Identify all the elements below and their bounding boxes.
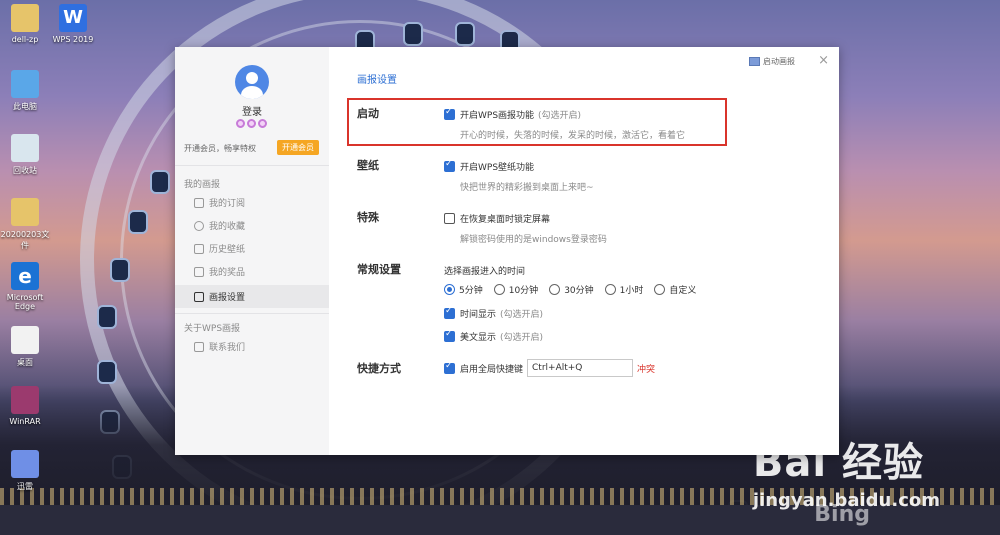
- section-my-pictorial: 我的画报: [184, 180, 221, 190]
- radio-30-min[interactable]: 30分钟: [549, 283, 594, 296]
- login-link[interactable]: 登录: [175, 103, 329, 118]
- file-icon: [11, 326, 39, 354]
- group-label-shortcut: 快捷方式: [357, 362, 401, 375]
- heart-icon: [194, 220, 204, 231]
- startup-checkbox-row[interactable]: 开启WPS画报功能 (勾选开启): [444, 107, 581, 121]
- desktop-icon-desktop-file[interactable]: 桌面: [0, 326, 50, 368]
- gondola: [97, 360, 117, 384]
- radio-custom[interactable]: 自定义: [654, 283, 696, 296]
- sidebar-item-my-prizes[interactable]: 我的奖品: [175, 260, 329, 283]
- radio-5-min[interactable]: 5分钟: [444, 283, 483, 296]
- sidebar-item-contact-us[interactable]: 联系我们: [175, 335, 329, 358]
- checkbox-enable-wallpaper[interactable]: [444, 159, 455, 172]
- history-icon: [194, 243, 204, 254]
- edge-icon: e: [11, 262, 39, 290]
- gondola: [403, 22, 423, 46]
- desktop-icon-dell-zp[interactable]: dell-zp: [0, 4, 50, 44]
- startup-description: 开心的时候，失落的时候，发呆的时候，激活它，看着它: [460, 131, 686, 141]
- tv-icon: [749, 57, 760, 66]
- avatar[interactable]: [235, 65, 269, 99]
- desktop-icon-wps[interactable]: W WPS 2019: [48, 4, 98, 44]
- conflict-warning: 冲突: [637, 364, 656, 375]
- gondola: [455, 22, 475, 46]
- subscription-icon: [194, 197, 204, 208]
- badge-icon: [247, 119, 256, 128]
- sidebar-item-my-favorites[interactable]: 我的收藏: [175, 214, 329, 237]
- settings-sliders-icon: [194, 291, 204, 302]
- gondola: [97, 305, 117, 329]
- special-checkbox-row[interactable]: 在恢复桌面时锁定屏幕: [444, 212, 550, 225]
- special-description: 解锁密码使用的是windows登录密码: [460, 235, 607, 245]
- settings-panel: 启动画报 × 画报设置 启动 开启WPS画报功能 (勾选开启) 开心的时候，失落…: [329, 47, 839, 455]
- group-label-startup: 启动: [357, 107, 379, 120]
- sidebar-item-my-subscription[interactable]: 我的订阅: [175, 191, 329, 214]
- checkbox-show-text[interactable]: [444, 329, 455, 342]
- open-membership-button[interactable]: 开通会员: [277, 140, 319, 155]
- group-label-special: 特殊: [357, 211, 379, 224]
- checkbox-global-hotkey[interactable]: [444, 361, 455, 374]
- folder-icon: [11, 198, 39, 226]
- sidebar-item-history-wallpaper[interactable]: 历史壁纸: [175, 237, 329, 260]
- wallpaper-checkbox-row[interactable]: 开启WPS壁纸功能: [444, 159, 534, 173]
- sidebar-item-pictorial-settings[interactable]: 画报设置: [175, 285, 329, 308]
- desktop-icon-winrar[interactable]: WinRAR: [0, 386, 50, 426]
- gondola: [128, 210, 148, 234]
- recycle-bin-icon: [11, 134, 39, 162]
- checkbox-enable-pictorial[interactable]: [444, 107, 455, 120]
- desktop-icon-thunder[interactable]: 迅雷: [0, 450, 50, 492]
- thunder-icon: [11, 450, 39, 478]
- computer-icon: [11, 70, 39, 98]
- shortcut-row: 启用全局快捷键 Ctrl+Alt+Q 冲突: [444, 359, 655, 377]
- vip-promo-text: 开通会员，畅享特权: [184, 144, 256, 153]
- divider: [175, 165, 329, 166]
- radio-1-hour[interactable]: 1小时: [604, 283, 643, 296]
- wallpaper-description: 快把世界的精彩搬到桌面上来吧~: [460, 183, 594, 193]
- time-prompt: 选择画报进入的时间: [444, 267, 526, 277]
- member-badges: [236, 119, 267, 128]
- group-label-wallpaper: 壁纸: [357, 159, 379, 172]
- gift-icon: [194, 266, 204, 277]
- sidebar: 登录 开通会员，畅享特权 开通会员 我的画报 我的订阅 我的收藏 历史壁纸 我的…: [175, 47, 329, 455]
- launch-pictorial-link[interactable]: 启动画报: [749, 56, 795, 67]
- divider: [175, 313, 329, 314]
- desktop-icon-this-pc[interactable]: 此电脑: [0, 70, 50, 112]
- gondola: [110, 258, 130, 282]
- hotkey-input[interactable]: Ctrl+Alt+Q: [527, 359, 634, 377]
- bing-watermark: Bing: [814, 502, 870, 527]
- wps-pictorial-settings-window: 登录 开通会员，畅享特权 开通会员 我的画报 我的订阅 我的收藏 历史壁纸 我的…: [175, 47, 839, 455]
- show-time-row[interactable]: 时间显示 (勾选开启): [444, 306, 543, 320]
- close-icon[interactable]: ×: [818, 53, 829, 68]
- section-about: 关于WPS画报: [184, 324, 241, 334]
- checkbox-show-time[interactable]: [444, 306, 455, 319]
- group-label-general: 常规设置: [357, 263, 401, 276]
- desktop-icon-folder-20200203[interactable]: 20200203文件: [0, 198, 50, 251]
- checkbox-lock-screen[interactable]: [444, 213, 455, 224]
- wps-icon: W: [59, 4, 87, 32]
- winrar-icon: [11, 386, 39, 414]
- badge-icon: [258, 119, 267, 128]
- page-title: 画报设置: [357, 75, 397, 86]
- badge-icon: [236, 119, 245, 128]
- gondola: [150, 170, 170, 194]
- radio-10-min[interactable]: 10分钟: [493, 283, 538, 296]
- chat-icon: [194, 341, 204, 352]
- show-text-row[interactable]: 美文显示 (勾选开启): [444, 329, 543, 343]
- time-radio-group: 5分钟 10分钟 30分钟 1小时 自定义: [444, 283, 707, 296]
- desktop-icon-edge[interactable]: e Microsoft Edge: [0, 262, 50, 311]
- desktop-icon-recycle-bin[interactable]: 回收站: [0, 134, 50, 176]
- folder-icon: [11, 4, 39, 32]
